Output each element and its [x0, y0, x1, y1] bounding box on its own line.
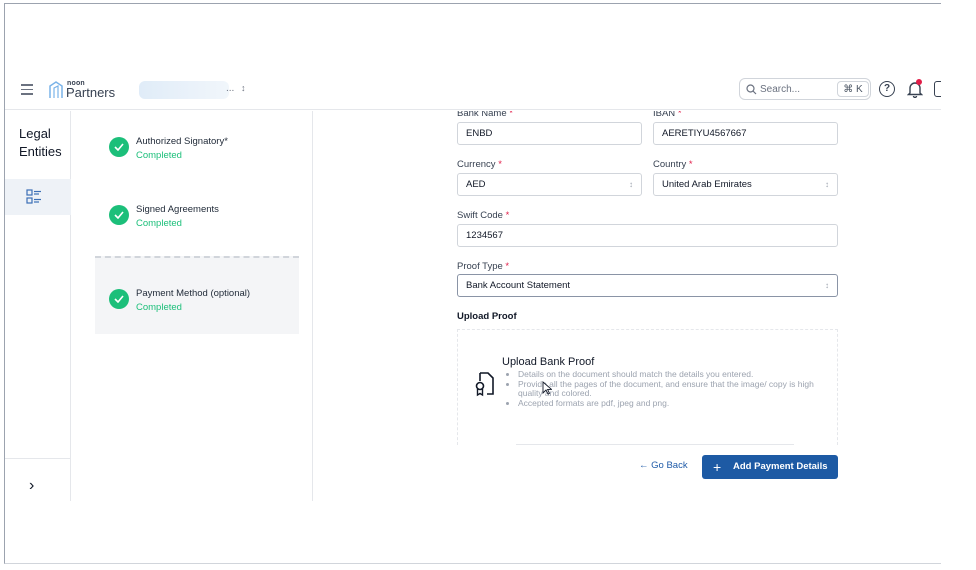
left-rail: Legal Entities ›: [5, 111, 71, 501]
rail-item-legal-entities[interactable]: [5, 179, 71, 215]
bank-name-field[interactable]: ENBD: [457, 122, 642, 145]
swift-code-label: Swift Code *: [457, 210, 510, 221]
upload-divider: [516, 444, 794, 445]
iban-field[interactable]: AERETIYU4567667: [653, 122, 838, 145]
app-window: noon Partners ... ↕ Search... ⌘ K ? Lega…: [4, 3, 941, 564]
proof-type-select[interactable]: Bank Account Statement: [457, 274, 838, 297]
plus-icon: +: [713, 459, 722, 475]
search-input[interactable]: Search... ⌘ K: [739, 78, 871, 100]
top-bar: noon Partners ... ↕ Search... ⌘ K ?: [5, 72, 941, 110]
rail-title: Legal Entities: [19, 125, 62, 161]
step-authorized-signatory[interactable]: Authorized Signatory* Completed: [95, 123, 299, 181]
payment-form: Bank Name * ENBD IBAN * AERETIYU4567667 …: [313, 111, 941, 501]
add-payment-details-label: Add Payment Details: [733, 461, 828, 472]
rail-title-line1: Legal: [19, 126, 51, 141]
steps-panel: Authorized Signatory* Completed Signed A…: [71, 111, 313, 501]
step-signed-agreements[interactable]: Signed Agreements Completed: [95, 191, 299, 249]
notification-badge: [916, 79, 922, 85]
store-selector-ellipsis[interactable]: ...: [226, 83, 234, 94]
mouse-cursor-icon: [542, 381, 552, 395]
certificate-document-icon: [475, 372, 494, 397]
upload-instructions: Details on the document should match the…: [518, 369, 828, 409]
upload-dropzone[interactable]: Upload Bank Proof Details on the documen…: [457, 329, 838, 445]
upload-proof-heading: Upload Proof: [457, 311, 517, 322]
upload-title: Upload Bank Proof: [502, 356, 595, 368]
swift-code-field[interactable]: 1234567: [457, 224, 838, 247]
rail-divider: [5, 458, 71, 459]
step-title: Signed Agreements: [136, 204, 219, 215]
country-select[interactable]: United Arab Emirates: [653, 173, 838, 196]
step-title: Authorized Signatory*: [136, 136, 228, 147]
help-icon[interactable]: ?: [879, 81, 895, 97]
step-status: Completed: [136, 150, 182, 161]
store-caret-icon[interactable]: ↕: [241, 83, 246, 93]
logo-partners-text: Partners: [66, 85, 116, 100]
search-icon: [746, 84, 757, 95]
step-status: Completed: [136, 218, 182, 229]
rail-title-line2: Entities: [19, 144, 62, 159]
search-shortcut-badge: ⌘ K: [837, 81, 869, 97]
check-icon: [109, 137, 129, 157]
checklist-icon: [26, 189, 41, 204]
store-selector[interactable]: [139, 81, 229, 99]
noon-logo-icon: [49, 81, 63, 98]
check-icon: [109, 289, 129, 309]
country-label: Country *: [653, 159, 693, 170]
step-payment-method[interactable]: Payment Method (optional) Completed: [95, 256, 299, 334]
check-icon: [109, 205, 129, 225]
add-payment-details-button[interactable]: + Add Payment Details: [702, 455, 838, 479]
menu-icon[interactable]: [21, 84, 33, 95]
currency-label: Currency *: [457, 159, 502, 170]
currency-select[interactable]: AED: [457, 173, 642, 196]
upload-instruction-item: Provide all the pages of the document, a…: [518, 379, 828, 399]
upload-instruction-item: Accepted formats are pdf, jpeg and png.: [518, 398, 828, 409]
search-placeholder: Search...: [760, 84, 801, 95]
proof-type-label: Proof Type *: [457, 261, 510, 272]
expand-sidebar-icon[interactable]: ›: [29, 477, 34, 495]
iban-label: IBAN *: [653, 111, 682, 119]
document-icon[interactable]: [934, 81, 941, 97]
step-title: Payment Method (optional): [136, 288, 251, 299]
go-back-link[interactable]: ← Go Back: [639, 460, 688, 471]
bank-name-label: Bank Name *: [457, 111, 513, 119]
step-status: Completed: [136, 302, 182, 313]
